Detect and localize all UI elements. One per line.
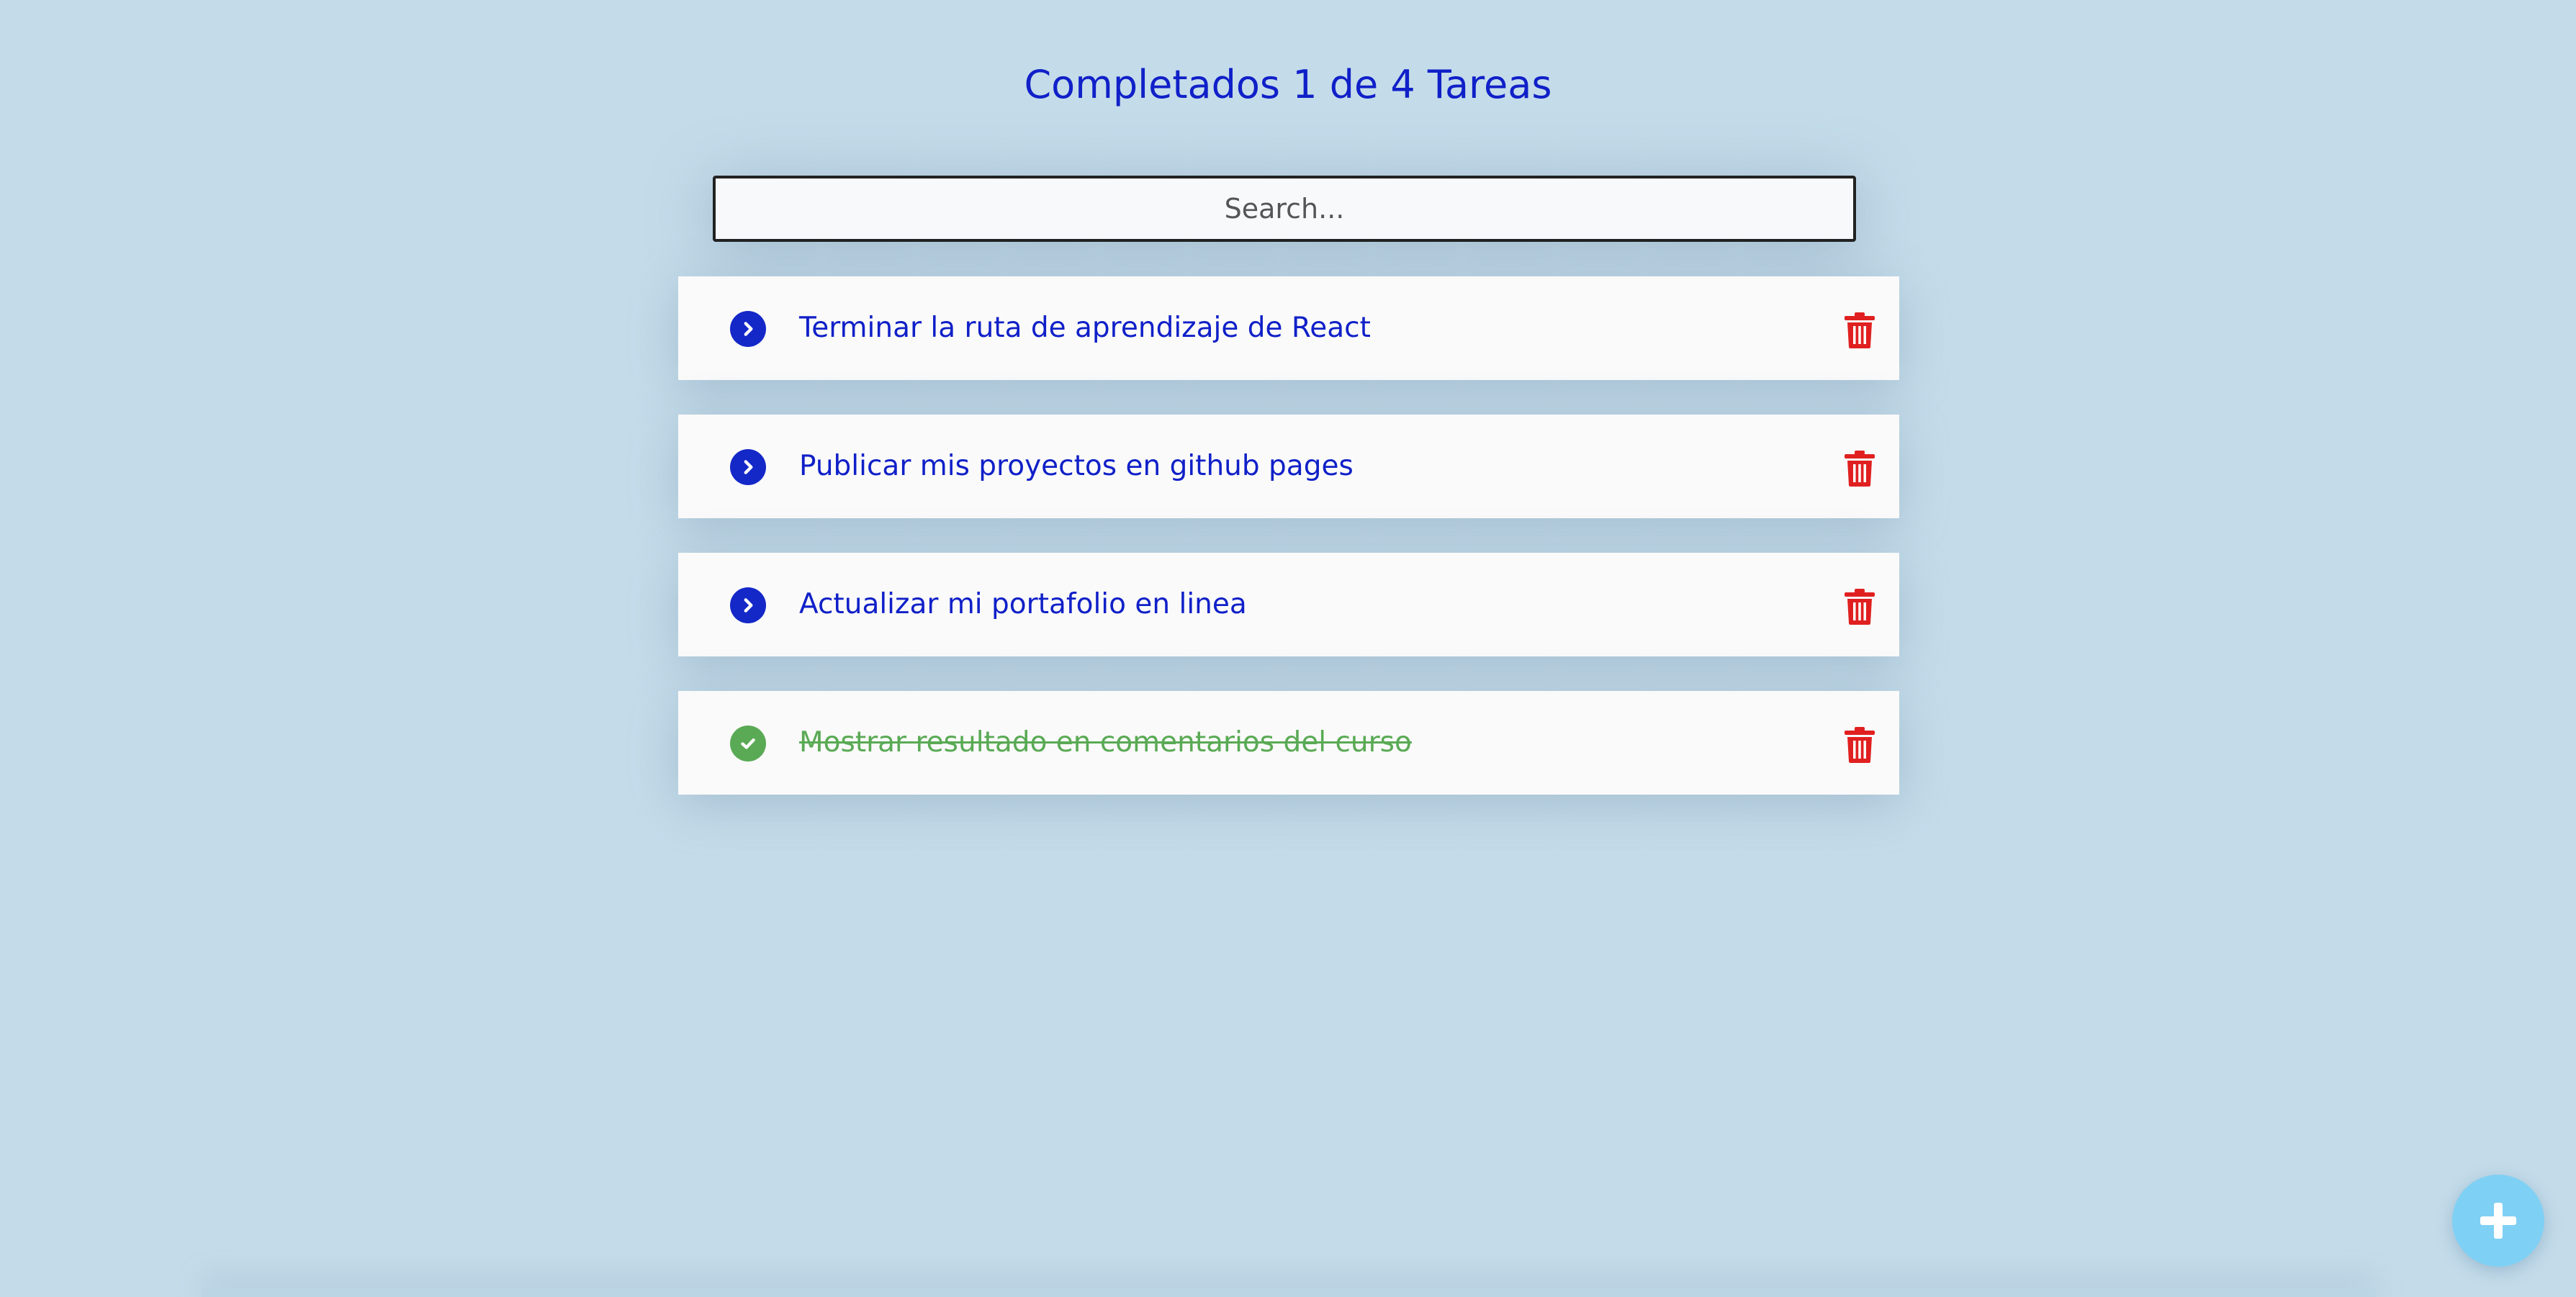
page-title: Completados 1 de 4 Tareas — [1024, 62, 1552, 107]
add-todo-button[interactable] — [2452, 1175, 2544, 1267]
todo-item: Publicar mis proyectos en github pages — [678, 415, 1899, 518]
todo-item: Actualizar mi portafolio en linea — [678, 553, 1899, 656]
trash-icon[interactable] — [1845, 589, 1875, 625]
chevron-right-circle-icon[interactable] — [730, 311, 766, 347]
search-input[interactable] — [713, 176, 1856, 242]
search-container — [713, 176, 1856, 242]
check-circle-icon[interactable] — [730, 726, 766, 762]
plus-icon — [2480, 1203, 2516, 1239]
todo-text: Publicar mis proyectos en github pages — [799, 450, 1354, 482]
trash-icon[interactable] — [1845, 451, 1875, 487]
todo-item-completed: Mostrar resultado en comentarios del cur… — [678, 691, 1899, 795]
todo-list: Terminar la ruta de aprendizaje de React… — [678, 276, 1899, 829]
trash-icon[interactable] — [1845, 727, 1875, 763]
todo-item: Terminar la ruta de aprendizaje de React — [678, 276, 1899, 380]
trash-icon[interactable] — [1845, 312, 1875, 348]
todo-text: Mostrar resultado en comentarios del cur… — [799, 726, 1412, 759]
todo-text: Terminar la ruta de aprendizaje de React — [799, 312, 1371, 344]
chevron-right-circle-icon[interactable] — [730, 449, 766, 485]
footer-bar — [202, 1288, 2376, 1297]
chevron-right-circle-icon[interactable] — [730, 587, 766, 623]
todo-text: Actualizar mi portafolio en linea — [799, 588, 1247, 620]
